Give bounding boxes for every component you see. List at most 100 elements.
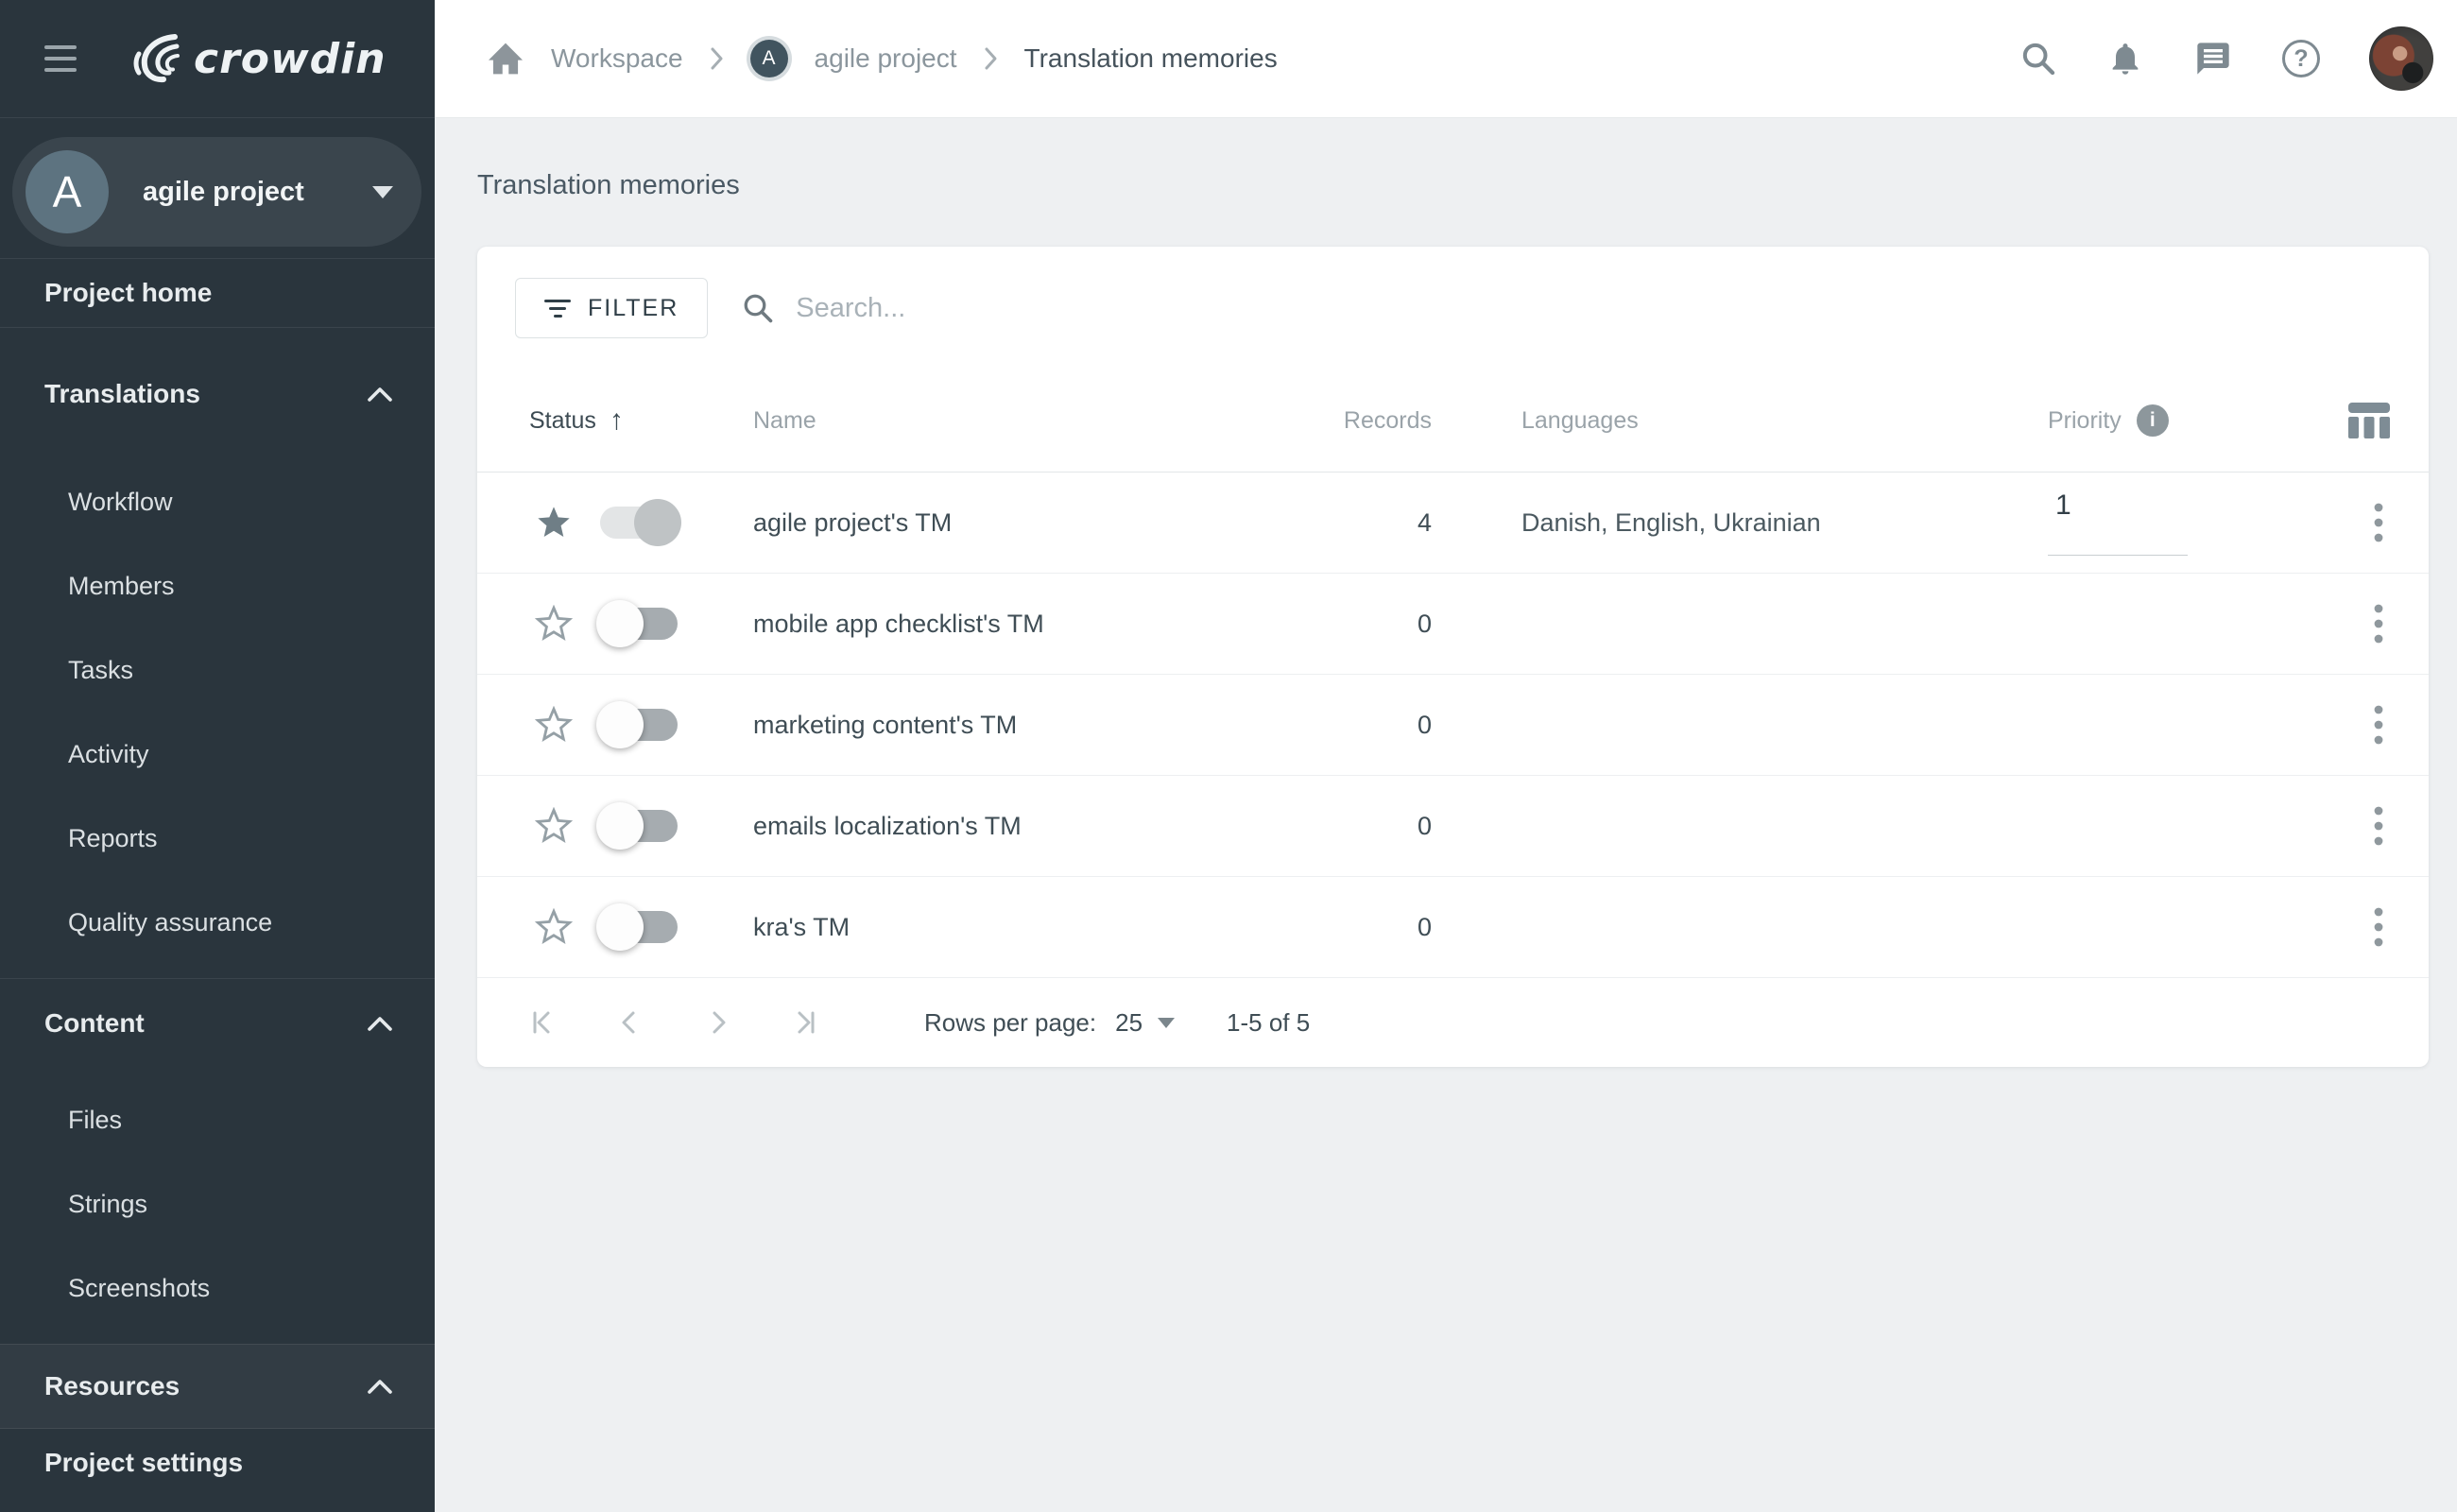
sidebar-section-resources[interactable]: Resources [0, 1344, 435, 1429]
tm-name[interactable]: mobile app checklist's TM [723, 610, 1200, 639]
topbar: Workspace A agile project Translation me… [435, 0, 2457, 118]
sidebar-item-quality-assurance[interactable]: Quality assurance [0, 881, 435, 965]
main-area: Workspace A agile project Translation me… [435, 0, 2457, 1512]
svg-text:crowdin: crowdin [194, 35, 387, 83]
previous-page-button[interactable] [611, 1005, 649, 1040]
divider [0, 978, 435, 979]
row-menu-kebab-icon[interactable] [2366, 704, 2391, 746]
chevron-down-icon[interactable] [1158, 1017, 1176, 1028]
chevron-up-icon [368, 1016, 392, 1031]
breadcrumb-project-avatar: A [749, 40, 788, 77]
sidebar-item-members[interactable]: Members [0, 544, 435, 628]
search-input[interactable] [796, 292, 1458, 324]
sidebar-section-content[interactable]: Content [0, 986, 435, 1061]
column-header-name: Name [753, 406, 816, 434]
tm-name[interactable]: agile project's TM [723, 508, 1200, 538]
pagination-range: 1-5 of 5 [1227, 1007, 1311, 1037]
rows-per-page-select[interactable]: 25 [1115, 1008, 1143, 1038]
tm-records: 4 [1417, 507, 1432, 537]
page-content: Translation memories FILTER Status ↑ Nam… [435, 118, 2457, 1067]
filter-list-icon [544, 299, 571, 318]
favorite-star-cell[interactable] [534, 605, 600, 643]
table-row[interactable]: emails localization's TM 0 [477, 776, 2429, 877]
hamburger-menu-icon[interactable] [44, 45, 77, 72]
last-page-button[interactable] [785, 1005, 823, 1040]
user-avatar[interactable] [2369, 26, 2433, 91]
star-icon [534, 605, 574, 641]
tm-records: 0 [1417, 609, 1432, 638]
priority-input[interactable]: 1 [2048, 490, 2188, 556]
project-selector[interactable]: A agile project [12, 137, 421, 247]
status-toggle[interactable] [596, 600, 678, 647]
sidebar-header: crowdin [0, 0, 435, 118]
table-row[interactable]: mobile app checklist's TM 0 [477, 574, 2429, 675]
search-icon[interactable] [2019, 40, 2057, 77]
tm-languages: Danish, English, Ukrainian [1521, 507, 1821, 537]
row-menu-kebab-icon[interactable] [2366, 906, 2391, 948]
status-toggle[interactable] [596, 903, 678, 951]
sidebar-item-files[interactable]: Files [0, 1078, 435, 1162]
help-icon[interactable]: ? [2282, 40, 2320, 77]
rows-per-page-label: Rows per page: [924, 1007, 1097, 1037]
breadcrumb-project[interactable]: agile project [815, 43, 957, 74]
star-icon [538, 507, 570, 537]
column-header-status[interactable]: Status ↑ [529, 406, 723, 435]
messages-chat-icon[interactable] [2193, 40, 2233, 77]
page-title: Translation memories [477, 170, 740, 200]
star-icon [534, 908, 574, 944]
breadcrumb-current: Translation memories [1023, 43, 1278, 73]
translation-memories-card: FILTER Status ↑ Name Records Languages P… [477, 247, 2429, 1067]
star-icon [534, 807, 574, 843]
table-row[interactable]: marketing content's TM 0 [477, 675, 2429, 776]
tm-name[interactable]: emails localization's TM [723, 812, 1200, 841]
column-header-languages: Languages [1521, 406, 1639, 434]
table-toolbar: FILTER [477, 247, 2429, 369]
table-row[interactable]: kra's TM 0 [477, 877, 2429, 978]
sidebar-item-reports[interactable]: Reports [0, 797, 435, 881]
row-menu-kebab-icon[interactable] [2366, 502, 2391, 543]
tm-records: 0 [1417, 710, 1432, 739]
search-icon [744, 294, 773, 323]
table-header: Status ↑ Name Records Languages Priority… [477, 369, 2429, 472]
favorite-star-cell[interactable] [534, 807, 600, 845]
chevron-up-icon [368, 1379, 392, 1394]
crowdin-logo-icon: crowdin [133, 34, 387, 83]
sidebar-item-project-home[interactable]: Project home [0, 259, 435, 327]
chevron-right-icon [984, 46, 998, 71]
status-toggle[interactable] [596, 802, 678, 850]
sidebar: crowdin A agile project Project home Tra… [0, 0, 435, 1512]
sidebar-section-translations[interactable]: Translations [0, 356, 435, 432]
tm-name[interactable]: kra's TM [723, 913, 1200, 942]
status-toggle[interactable] [600, 499, 681, 546]
favorite-star-cell[interactable] [534, 706, 600, 744]
sidebar-item-activity[interactable]: Activity [0, 713, 435, 797]
filter-button[interactable]: FILTER [515, 278, 709, 338]
sidebar-item-strings[interactable]: Strings [0, 1162, 435, 1246]
column-settings-icon[interactable] [2347, 401, 2391, 440]
sidebar-item-screenshots[interactable]: Screenshots [0, 1246, 435, 1331]
favorite-star-cell[interactable] [534, 504, 600, 541]
sidebar-item-workflow[interactable]: Workflow [0, 460, 435, 544]
next-page-button[interactable] [698, 1005, 736, 1040]
tm-name[interactable]: marketing content's TM [723, 711, 1200, 740]
crowdin-logo: crowdin [126, 27, 409, 90]
project-avatar: A [26, 150, 109, 233]
home-icon[interactable] [487, 42, 524, 76]
column-header-records: Records [1343, 406, 1432, 434]
row-menu-kebab-icon[interactable] [2366, 805, 2391, 847]
chevron-down-icon [372, 185, 393, 198]
sidebar-item-tasks[interactable]: Tasks [0, 628, 435, 713]
notifications-bell-icon[interactable] [2106, 40, 2144, 77]
first-page-button[interactable] [524, 1005, 562, 1040]
info-icon[interactable]: i [2136, 404, 2169, 437]
breadcrumb: Workspace A agile project Translation me… [487, 40, 1278, 77]
row-menu-kebab-icon[interactable] [2366, 603, 2391, 644]
chevron-up-icon [368, 387, 392, 402]
status-toggle[interactable] [596, 701, 678, 748]
sidebar-item-project-settings[interactable]: Project settings [0, 1429, 435, 1497]
topbar-actions: ? [2019, 26, 2433, 91]
table-row[interactable]: agile project's TM 4 Danish, English, Uk… [477, 472, 2429, 574]
favorite-star-cell[interactable] [534, 908, 600, 946]
sort-ascending-icon: ↑ [609, 404, 624, 436]
breadcrumb-workspace[interactable]: Workspace [551, 43, 683, 74]
